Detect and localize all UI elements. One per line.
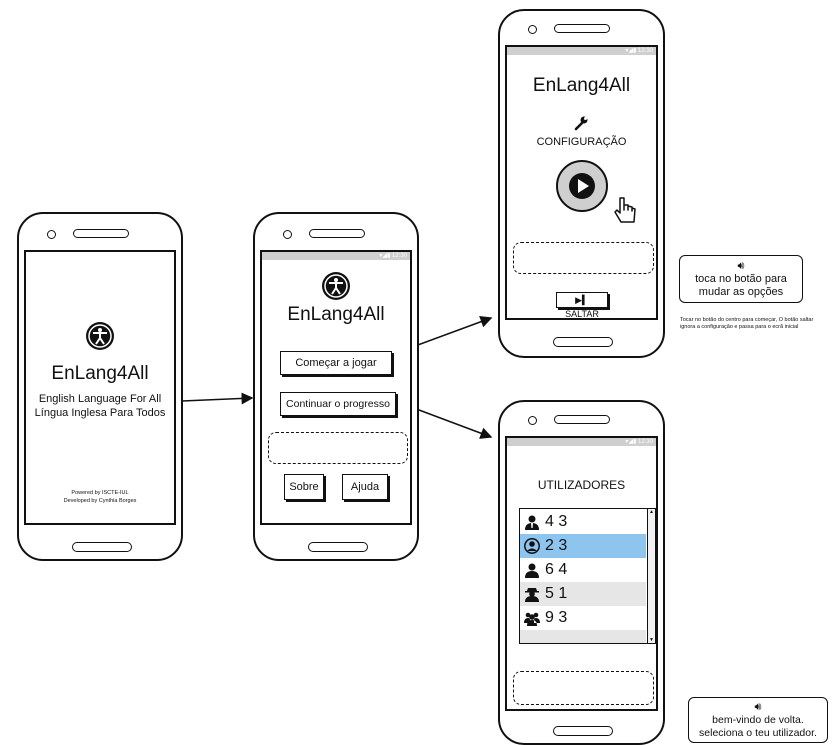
wrench-icon — [573, 115, 589, 131]
user-row-value: 9 3 — [545, 609, 568, 626]
users-title: UTILIZADORES — [537, 478, 626, 492]
home-button — [308, 542, 368, 552]
arrow-splash-to-menu — [181, 392, 254, 405]
help-button[interactable]: Ajuda — [342, 474, 388, 500]
developed-by: Developed by Cynthia Borges — [63, 498, 137, 504]
camera — [47, 230, 56, 239]
placeholder-area — [513, 242, 654, 274]
phone-menu: ▾◢▮ 12:30 EnLang4All Começar a jogar Con… — [253, 212, 419, 561]
tagline-pt: Língua Inglesa Para Todos — [34, 407, 166, 419]
continue-progress-button[interactable]: Continuar o progresso — [280, 392, 396, 416]
phone-config: ▾◢▮ 12:30 EnLang4All CONFIGURAÇÃO ▶▍ SAL… — [498, 9, 665, 358]
placeholder-area — [513, 671, 654, 705]
scroll-down-icon: ▼ — [649, 637, 654, 643]
audio-hint-users: 🔊︎ bem-vindo de volta. seleciona o teu u… — [688, 697, 828, 743]
accessibility-icon — [322, 272, 350, 300]
user-row-selected[interactable]: 2 3 — [520, 534, 646, 558]
speaker — [554, 415, 610, 424]
user-icon — [525, 563, 539, 578]
camera — [528, 416, 537, 425]
config-instructions: Tocar no botão do centro para começar, O… — [680, 317, 814, 330]
camera — [283, 230, 292, 239]
placeholder-area — [268, 432, 408, 464]
home-button — [553, 726, 613, 736]
user-circle-icon — [524, 538, 540, 554]
menu-screen: ▾◢▮ 12:30 EnLang4All Começar a jogar Con… — [260, 250, 412, 525]
start-game-button[interactable]: Começar a jogar — [280, 351, 392, 375]
user-tie-icon — [525, 515, 539, 530]
user-row-value: 4 3 — [545, 513, 568, 530]
users-screen: ▾◢▮ 12:30 UTILIZADORES 4 3 2 3 6 4 5 1 9… — [505, 436, 658, 711]
camera — [528, 25, 537, 34]
audio-hint-config: 🔊︎ toca no botão para mudar as opções — [679, 255, 803, 303]
user-row[interactable]: 6 4 — [520, 558, 646, 582]
user-row-value: 6 4 — [545, 561, 568, 578]
status-bar: ▾◢▮ 12:30 — [262, 252, 410, 260]
user-row-empty — [520, 630, 646, 643]
user-row-value: 5 1 — [545, 585, 568, 602]
speaker — [554, 24, 610, 33]
powered-by: Powered by ISCTE-IUL — [71, 490, 129, 496]
home-button — [553, 337, 613, 347]
tagline-en: English Language For All — [38, 393, 162, 405]
user-row[interactable]: 5 1 — [520, 582, 646, 606]
phone-splash: EnLang4All English Language For All Líng… — [17, 212, 183, 561]
user-list[interactable]: 4 3 2 3 6 4 5 1 9 3 ▲ ▼ — [519, 508, 656, 644]
config-label: CONFIGURAÇÃO — [536, 136, 627, 148]
speaker-icon: 🔊︎ — [754, 701, 762, 713]
status-bar: ▾◢▮ 12:30 — [507, 47, 656, 55]
play-icon — [569, 173, 595, 199]
play-button[interactable] — [556, 160, 608, 212]
app-title: EnLang4All — [287, 304, 385, 325]
splash-screen: EnLang4All English Language For All Líng… — [24, 250, 176, 525]
speaker-icon: 🔊︎ — [737, 260, 745, 272]
home-button — [72, 542, 132, 552]
speaker — [73, 229, 129, 238]
phone-users: ▾◢▮ 12:30 UTILIZADORES 4 3 2 3 6 4 5 1 9… — [498, 400, 665, 745]
app-title: EnLang4All — [51, 363, 149, 384]
skip-icon: ▶▍ — [575, 295, 589, 305]
users-icon — [524, 612, 540, 626]
app-title: EnLang4All — [532, 75, 631, 96]
user-row[interactable]: 4 3 — [520, 510, 646, 534]
audio-hint-text: bem-vindo de volta. seleciona o teu util… — [699, 714, 817, 739]
user-row[interactable]: 9 3 — [520, 606, 646, 630]
config-screen: ▾◢▮ 12:30 EnLang4All CONFIGURAÇÃO ▶▍ SAL… — [505, 45, 658, 320]
list-scrollbar[interactable]: ▲ ▼ — [647, 509, 655, 643]
scroll-up-icon: ▲ — [649, 509, 654, 515]
accessibility-icon — [86, 322, 114, 350]
skip-label: SALTAR — [565, 309, 599, 319]
user-secret-icon — [525, 588, 539, 602]
speaker — [309, 229, 365, 238]
skip-button[interactable]: ▶▍ SALTAR — [556, 292, 608, 318]
user-row-value: 2 3 — [545, 537, 568, 554]
about-button[interactable]: Sobre — [284, 474, 324, 500]
hand-pointer-icon — [610, 195, 640, 227]
audio-hint-text: toca no botão para mudar as opções — [695, 273, 787, 298]
status-bar: ▾◢▮ 12:30 — [507, 438, 656, 446]
